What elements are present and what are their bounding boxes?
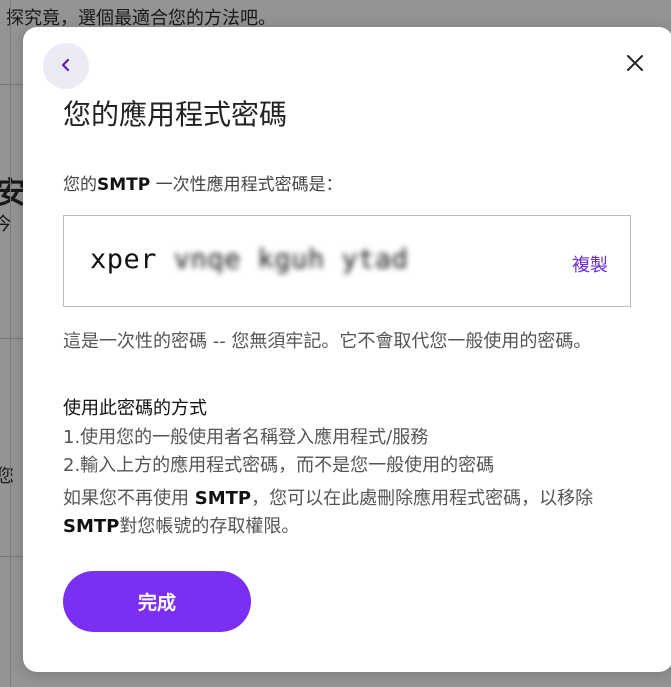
remove-note-text: 如果您不再使用 xyxy=(63,488,195,509)
remove-note-smtp: SMTP xyxy=(194,488,252,509)
password-segment-text: xper xyxy=(90,244,158,275)
howto-heading: 使用此密碼的方式 xyxy=(63,398,207,419)
remove-note-smtp: SMTP xyxy=(63,516,120,537)
password-segment: ytad xyxy=(341,244,409,275)
password-segment: vnqe xyxy=(173,244,241,275)
remove-password-note: 如果您不再使用 SMTP，您可以在此處刪除應用程式密碼，以移除 SMTP對您帳號… xyxy=(63,485,638,541)
password-intro: 您的SMTP 一次性應用程式密碼是： xyxy=(63,170,343,195)
app-password-dialog: 您的應用程式密碼 您的SMTP 一次性應用程式密碼是： xper vnqe kg… xyxy=(23,27,671,672)
remove-note-text: 對您帳號的存取權限。 xyxy=(119,516,300,537)
back-button[interactable] xyxy=(43,43,89,89)
password-segment: kguh xyxy=(257,244,325,275)
one-time-note: 這是一次性的密碼 -- 您無須牢記。它不會取代您一般使用的密碼。 xyxy=(63,331,592,352)
done-button[interactable]: 完成 xyxy=(63,571,251,632)
howto-step: 1.使用您的一般使用者名稱登入應用程式/服務 xyxy=(63,427,429,448)
intro-smtp: SMTP xyxy=(97,175,151,195)
dialog-title: 您的應用程式密碼 xyxy=(63,98,288,131)
howto-step: 2.輸入上方的應用程式密碼，而不是您一般使用的密碼 xyxy=(63,455,495,476)
password-segment: xper xyxy=(90,244,157,275)
password-value[interactable]: xper vnqe kguh ytad xyxy=(90,244,408,275)
chevron-left-icon xyxy=(59,57,73,76)
password-display-box: xper vnqe kguh ytad 複製 xyxy=(63,215,631,307)
close-button[interactable] xyxy=(621,51,649,79)
close-icon xyxy=(626,54,644,76)
copy-password-link[interactable]: 複製 xyxy=(572,251,608,277)
intro-suffix: 一次性應用程式密碼是： xyxy=(150,175,343,195)
remove-note-text: ，您可以在此處刪除應用程式密碼，以移除 xyxy=(251,488,594,509)
intro-prefix: 您的 xyxy=(63,175,97,195)
